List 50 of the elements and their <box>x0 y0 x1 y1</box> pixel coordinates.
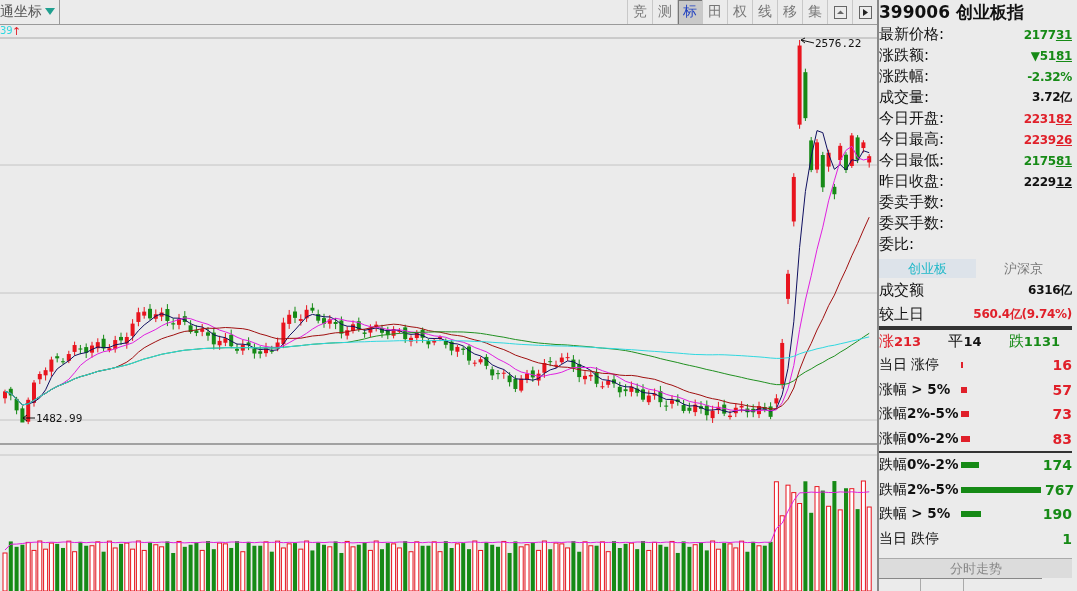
quote-value: ▼5181 <box>1030 48 1072 63</box>
quote-value: 217731 <box>1023 27 1072 42</box>
count-text: 跌1131 <box>1008 332 1060 351</box>
breadth-count: 16 <box>1051 357 1072 374</box>
quote-value: 223926 <box>1023 132 1072 147</box>
breadth-label: 当日 跌停 <box>879 529 941 548</box>
breadth-label: 跌幅2%-5% <box>879 480 959 499</box>
breadth-count: 73 <box>1051 406 1072 423</box>
indicator-arrow: ↑ <box>12 25 22 38</box>
quote-label: 委比: <box>879 235 915 254</box>
breadth-count: 83 <box>1051 430 1072 447</box>
indicator-value: 39 <box>0 25 13 36</box>
quote-label: 委卖手数: <box>879 193 945 212</box>
quote-label: 今日最低: <box>879 151 945 170</box>
quote-label: 今日开盘: <box>879 109 945 128</box>
change-label: 较上日 <box>879 304 924 324</box>
breadth-label: 涨幅 > 5% <box>879 380 952 399</box>
count-text: 涨213 <box>879 332 922 351</box>
quote-label: 涨跌幅: <box>879 67 930 86</box>
change-value: 560.4亿(9.74%) <box>973 305 1072 323</box>
breadth-label: 涨幅2%-5% <box>879 405 959 424</box>
breadth-count: 767 <box>1045 481 1075 498</box>
quote-value: 3.72亿 <box>1031 89 1072 106</box>
index-title: 399006 创业板指 <box>879 1 1025 24</box>
quote-value: 223182 <box>1023 111 1072 126</box>
breadth-count: 1 <box>1061 530 1072 547</box>
toolbar-button[interactable]: 标 <box>677 0 702 24</box>
breadth-count: 174 <box>1042 457 1072 474</box>
quote-label: 涨跌额: <box>879 46 930 65</box>
breadth-label: 跌幅0%-2% <box>879 456 959 475</box>
intraday-button[interactable]: 分时走势 <box>879 558 1072 578</box>
quote-value: -2.32% <box>1027 69 1072 84</box>
count-text: 平14 <box>948 332 982 351</box>
quote-label: 成交量: <box>879 88 930 107</box>
breadth-label: 当日 涨停 <box>879 356 941 375</box>
breadth-label: 跌幅 > 5% <box>879 505 952 524</box>
quote-label: 最新价格: <box>879 25 945 44</box>
price-label: 2576.22 <box>815 37 862 50</box>
price-label: 1482.99 <box>36 412 83 425</box>
breadth-count: 190 <box>1042 506 1072 523</box>
coordinate-mode[interactable]: 通坐标 <box>0 3 42 21</box>
quote-label: 今日最高: <box>879 130 945 149</box>
quote-value: 222912 <box>1023 174 1072 189</box>
turnover-value: 6316亿 <box>1028 281 1072 299</box>
breadth-count: 57 <box>1051 381 1072 398</box>
quote-label: 昨日收盘: <box>879 172 945 191</box>
quote-value: 217581 <box>1023 153 1072 168</box>
breadth-label: 涨幅0%-2% <box>879 429 959 448</box>
turnover-label: 成交额 <box>879 280 924 300</box>
quote-label: 委买手数: <box>879 214 945 233</box>
